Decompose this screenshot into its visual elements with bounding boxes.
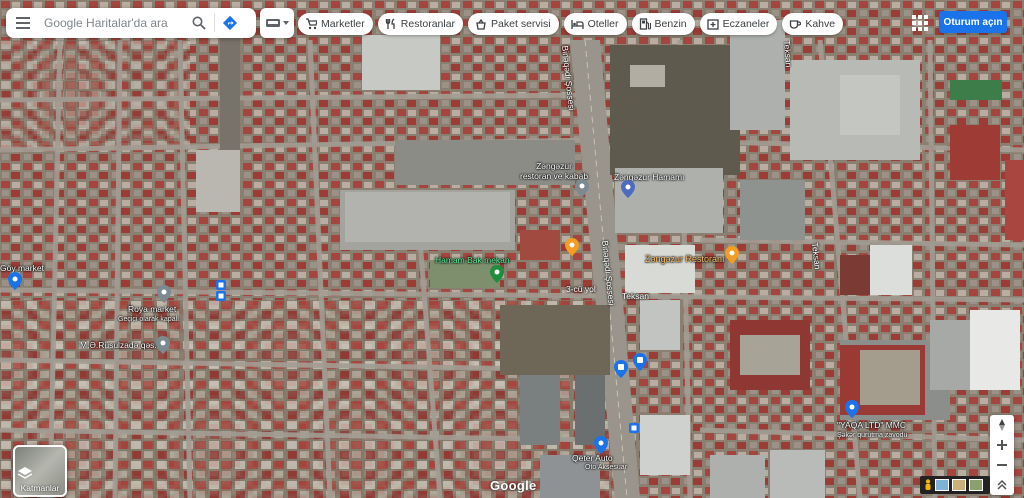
chip-eczaneler[interactable]: Eczaneler — [699, 13, 778, 35]
place-label-zangezur-restoran[interactable]: Zəngəzur restoran ve kabab — [520, 161, 588, 181]
spa-pin-icon[interactable] — [621, 180, 635, 198]
layers-icon — [18, 467, 32, 479]
bus-stop-icon[interactable] — [629, 423, 639, 433]
shop-pin-icon[interactable] — [157, 285, 171, 303]
chip-label: Benzin — [654, 18, 687, 30]
chip-label: Marketler — [321, 18, 365, 30]
pharmacy-icon — [706, 19, 719, 30]
minus-icon — [997, 464, 1007, 466]
directions-button[interactable] — [217, 10, 243, 36]
bus-stop-icon[interactable] — [216, 280, 226, 290]
search-button[interactable] — [186, 10, 212, 36]
imagery-bar — [920, 476, 990, 494]
search-icon — [192, 16, 206, 30]
layers-label: Katmanlar — [20, 483, 60, 493]
compass-icon — [999, 419, 1005, 431]
imagery-thumbnail[interactable] — [952, 479, 966, 491]
search-divider — [214, 14, 215, 32]
map-controls — [990, 415, 1014, 495]
place-label-roya-market[interactable]: Roya market — [128, 304, 176, 314]
chip-marketler[interactable]: Marketler — [298, 13, 373, 35]
bus-icon — [265, 19, 280, 27]
search-box — [6, 8, 256, 38]
place-label-hamam-bakkal[interactable]: Hamam Bak mekan — [435, 255, 510, 265]
hamburger-icon — [16, 17, 30, 29]
search-input[interactable] — [42, 15, 186, 31]
expand-button[interactable] — [990, 475, 1014, 495]
chip-benzin[interactable]: Benzin — [631, 13, 695, 35]
sign-in-button[interactable]: Oturum açın — [939, 11, 1007, 33]
compass-button[interactable] — [990, 415, 1014, 435]
layers-button[interactable]: Katmanlar — [13, 445, 67, 497]
place-label-qeter-auto[interactable]: Qeter Auto — [572, 453, 613, 463]
google-logo: Google — [490, 478, 537, 493]
bus-stop-pin-icon[interactable] — [614, 360, 628, 378]
bed-icon — [570, 20, 584, 29]
street-label-3cu-yol: 3-cü yol — [566, 284, 596, 294]
delivery-icon — [476, 18, 486, 30]
place-label-yaqa[interactable]: "YAQA LTD" MMC — [837, 420, 906, 430]
place-sublabel-yaqa: Şəkər qurutma zavodu — [837, 432, 908, 439]
restaurant-pin-icon[interactable] — [725, 246, 739, 264]
imagery-thumbnail[interactable] — [935, 479, 949, 491]
imagery-thumbnail[interactable] — [969, 479, 983, 491]
bus-stop-pin-icon[interactable] — [633, 353, 647, 371]
plus-icon — [997, 440, 1007, 450]
coffee-icon — [790, 20, 802, 29]
bus-stop-icon[interactable] — [216, 291, 226, 301]
place-sublabel-qeter-auto: Oto Aksesuar — [585, 464, 628, 471]
chip-label: Kahve — [805, 18, 836, 30]
car-shop-pin-icon[interactable] — [594, 436, 608, 454]
street-label-teksan: Teksan — [622, 291, 649, 301]
chevron-down-icon — [282, 21, 289, 25]
chip-kahve[interactable]: Kahve — [782, 13, 844, 35]
gas-icon — [639, 18, 651, 30]
restaurant-pin-icon[interactable] — [565, 238, 579, 256]
zoom-in-button[interactable] — [990, 435, 1014, 455]
chip-restoranlar[interactable]: Restoranlar — [377, 13, 464, 35]
transit-button[interactable] — [260, 8, 294, 38]
street-label-teksan-top: Teksan — [782, 40, 794, 68]
place-sublabel-roya-market: Geçici olarak kapalı — [118, 316, 180, 323]
fork-knife-icon — [385, 18, 395, 29]
category-chips: Marketler Restoranlar Paket servisi Otel… — [298, 13, 844, 35]
place-label-risulzada[interactable]: M.Ə.Rüsulzadə qəs... — [80, 340, 162, 350]
shop-pin-icon[interactable] — [490, 265, 504, 283]
apps-grid-icon[interactable] — [911, 14, 929, 32]
place-pin-icon[interactable] — [156, 336, 170, 354]
chip-label: Oteller — [587, 18, 619, 30]
pegman-icon[interactable] — [924, 479, 932, 491]
shop-pin-icon[interactable] — [8, 272, 22, 290]
factory-pin-icon[interactable] — [845, 400, 859, 418]
cart-icon — [306, 18, 317, 30]
menu-button[interactable] — [8, 8, 38, 38]
chevron-up-icon — [997, 480, 1007, 490]
chip-label: Eczaneler — [722, 18, 770, 30]
place-label-zangezur-restorani[interactable]: Zəngəzur Restoranı — [645, 254, 725, 264]
chip-label: Paket servisi — [491, 18, 551, 30]
place-pin-icon[interactable] — [575, 179, 589, 197]
directions-icon — [222, 15, 238, 31]
chip-paket-servisi[interactable]: Paket servisi — [468, 13, 559, 35]
chip-label: Restoranlar — [400, 18, 456, 30]
zoom-out-button[interactable] — [990, 455, 1014, 475]
chip-oteller[interactable]: Oteller — [563, 13, 627, 35]
